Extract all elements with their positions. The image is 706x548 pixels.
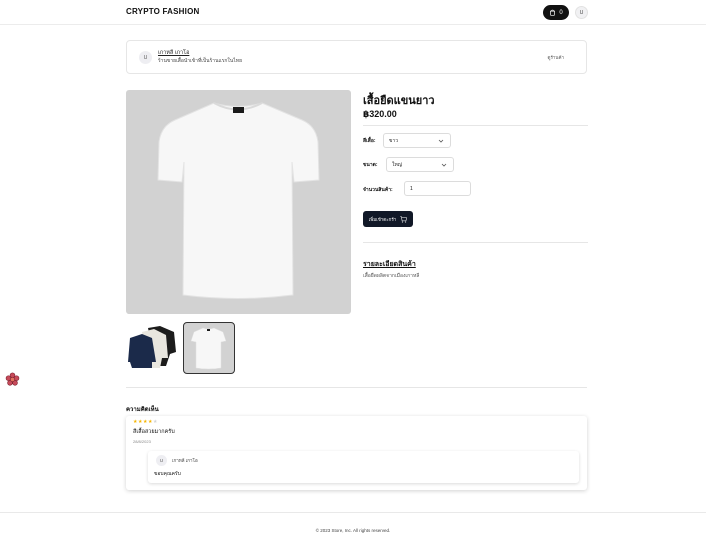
floating-flower-icon[interactable] bbox=[5, 372, 20, 387]
review-date: 28/8/2023 bbox=[133, 439, 151, 444]
top-navbar: CRYPTO FASHION 0 U bbox=[0, 0, 706, 25]
view-store-link[interactable]: ดูร้านค้า bbox=[548, 54, 564, 61]
reply-author-name: เกาหลี เกาโอ bbox=[172, 458, 198, 463]
product-details-description: เสื้อยืดผลิตจากเมืองเกาหลี bbox=[363, 273, 420, 279]
white-tshirt-image bbox=[157, 102, 320, 299]
seller-name-link[interactable]: เกาหลี เกาโอ bbox=[158, 49, 189, 57]
thumbnail-2-selected[interactable] bbox=[183, 322, 235, 374]
color-select[interactable]: ขาว bbox=[383, 133, 451, 148]
divider bbox=[126, 387, 587, 388]
cart-icon bbox=[400, 215, 408, 223]
color-label: สีเสื้อ: bbox=[363, 138, 376, 144]
add-to-cart-label: เพิ่มเข้าตะกร้า bbox=[368, 216, 397, 222]
divider bbox=[363, 242, 588, 243]
user-avatar[interactable]: U bbox=[575, 6, 588, 19]
seller-card: U เกาหลี เกาโอ ร้านขายเสื้อนำเข้าที่เป็น… bbox=[126, 40, 587, 74]
footer-copyright: © 2023 Store, Inc. All rights reserved. bbox=[315, 528, 391, 533]
star-icon: ★ bbox=[152, 419, 158, 425]
reviews-title: ความคิดเห็น bbox=[126, 407, 159, 413]
size-select[interactable]: ใหญ่ bbox=[386, 157, 454, 172]
product-title: เสื้อยืดแขนยาว bbox=[363, 95, 435, 107]
seller-description: ร้านขายเสื้อนำเข้าที่เป็นร้านแรกในไทย bbox=[158, 58, 243, 64]
seller-reply: U เกาหลี เกาโอ ขอบคุณครับ bbox=[148, 451, 579, 483]
chevron-down-icon bbox=[438, 139, 444, 143]
chevron-down-icon bbox=[441, 163, 447, 167]
review-text: สีเสื้อสวยมากครับ bbox=[133, 429, 175, 435]
seller-avatar: U bbox=[139, 51, 152, 64]
size-select-value: ใหญ่ bbox=[392, 161, 402, 168]
product-main-image bbox=[126, 90, 351, 314]
reply-text: ขอบคุณครับ bbox=[154, 471, 181, 477]
cart-button[interactable]: 0 bbox=[543, 5, 569, 20]
product-price: ฿320.00 bbox=[363, 109, 397, 119]
shopping-bag-icon bbox=[550, 9, 556, 16]
quantity-input[interactable]: 1 bbox=[404, 181, 471, 196]
white-tshirt-thumb-image bbox=[190, 327, 227, 370]
product-details-title: รายละเอียดสินค้า bbox=[363, 261, 416, 268]
reply-avatar: U bbox=[156, 455, 167, 466]
star-rating: ★★★★★ bbox=[133, 419, 158, 425]
add-to-cart-button[interactable]: เพิ่มเข้าตะกร้า bbox=[363, 211, 413, 227]
color-select-value: ขาว bbox=[389, 137, 399, 144]
review-card: ★★★★★ สีเสื้อสวยมากครับ 28/8/2023 U เกาห… bbox=[126, 416, 587, 490]
quantity-label: จำนวนสินค้า: bbox=[363, 187, 393, 193]
size-label: ขนาด: bbox=[363, 162, 378, 168]
cart-count: 0 bbox=[559, 9, 563, 16]
divider bbox=[363, 125, 588, 126]
folded-shirts-image bbox=[128, 326, 176, 368]
brand-logo[interactable]: CRYPTO FASHION bbox=[126, 7, 199, 16]
footer-divider bbox=[0, 512, 706, 513]
thumbnail-1[interactable] bbox=[126, 322, 178, 374]
